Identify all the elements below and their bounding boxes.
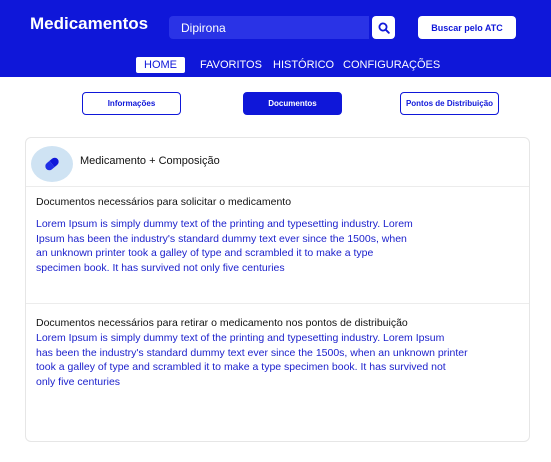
body-line: Lorem Ipsum is simply dummy text of the … xyxy=(36,332,445,344)
nav-item-historico[interactable]: HISTÓRICO xyxy=(273,57,334,73)
divider xyxy=(26,186,529,187)
section-body-solicitar: Lorem Ipsum is simply dummy text of the … xyxy=(36,217,413,275)
nav-item-home[interactable]: HOME xyxy=(136,57,185,73)
documents-card: Medicamento + Composição Documentos nece… xyxy=(25,137,530,442)
body-line: Lorem Ipsum is simply dummy text of the … xyxy=(36,218,413,230)
search-by-atc-button[interactable]: Buscar pelo ATC xyxy=(418,16,516,39)
medication-avatar xyxy=(31,146,73,182)
main-nav: HOME FAVORITOS HISTÓRICO CONFIGURAÇÕES xyxy=(0,57,551,73)
pill-icon xyxy=(45,157,59,171)
tab-documentos[interactable]: Documentos xyxy=(243,92,342,115)
body-line: specimen book. It has survived not only … xyxy=(36,261,285,274)
body-line: only five centuries xyxy=(36,375,121,388)
nav-item-favoritos[interactable]: FAVORITOS xyxy=(200,57,262,73)
section-heading-retirar: Documentos necessários para retirar o me… xyxy=(36,317,408,329)
nav-item-configuracoes[interactable]: CONFIGURAÇÕES xyxy=(343,57,440,73)
app-title: Medicamentos xyxy=(30,14,149,33)
search-icon xyxy=(378,22,390,34)
body-line: Ipsum has been the industry's standard d… xyxy=(36,232,407,245)
divider xyxy=(26,303,529,304)
section-body-retirar: Lorem Ipsum is simply dummy text of the … xyxy=(36,331,468,389)
body-line: has been the industry's standard dummy t… xyxy=(36,346,468,359)
tab-informacoes[interactable]: Informações xyxy=(82,92,181,115)
app-header: Medicamentos Buscar pelo ATC HOME FAVORI… xyxy=(0,0,551,77)
medication-title: Medicamento + Composição xyxy=(80,155,220,167)
section-heading-solicitar: Documentos necessários para solicitar o … xyxy=(36,196,292,208)
body-line: an unknown printer took a galley of type… xyxy=(36,247,374,259)
tab-pontos-de-distribuicao[interactable]: Pontos de Distribuição xyxy=(400,92,499,115)
body-line: took a galley of type and scrambled it t… xyxy=(36,361,446,373)
search-input[interactable] xyxy=(169,16,369,39)
search-button[interactable] xyxy=(372,16,395,39)
